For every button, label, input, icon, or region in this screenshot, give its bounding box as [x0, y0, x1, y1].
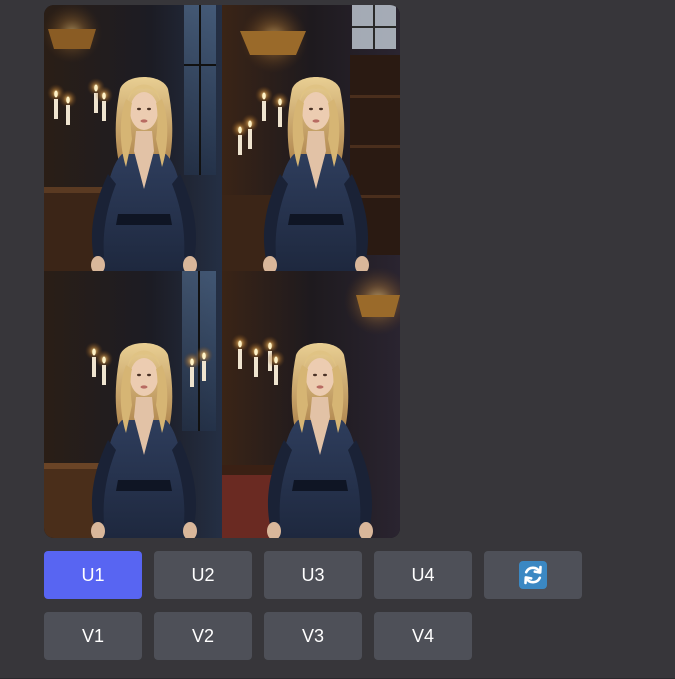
variation-button-2[interactable]: V2 — [154, 612, 252, 660]
grid-image-3 — [44, 271, 222, 538]
upscale-button-row: U1 U2 U3 U4 — [44, 551, 582, 599]
upscale-button-3[interactable]: U3 — [264, 551, 362, 599]
bot-message: U1 U2 U3 U4 V1 V2 V3 V4 — [0, 0, 675, 679]
upscale-button-1[interactable]: U1 — [44, 551, 142, 599]
image-grid[interactable] — [44, 5, 400, 538]
upscale-button-4[interactable]: U4 — [374, 551, 472, 599]
variation-button-row: V1 V2 V3 V4 — [44, 612, 472, 660]
reroll-button[interactable] — [484, 551, 582, 599]
variation-button-4[interactable]: V4 — [374, 612, 472, 660]
upscale-button-2[interactable]: U2 — [154, 551, 252, 599]
refresh-icon — [519, 561, 547, 589]
variation-button-3[interactable]: V3 — [264, 612, 362, 660]
variation-button-1[interactable]: V1 — [44, 612, 142, 660]
grid-image-4 — [222, 267, 400, 538]
